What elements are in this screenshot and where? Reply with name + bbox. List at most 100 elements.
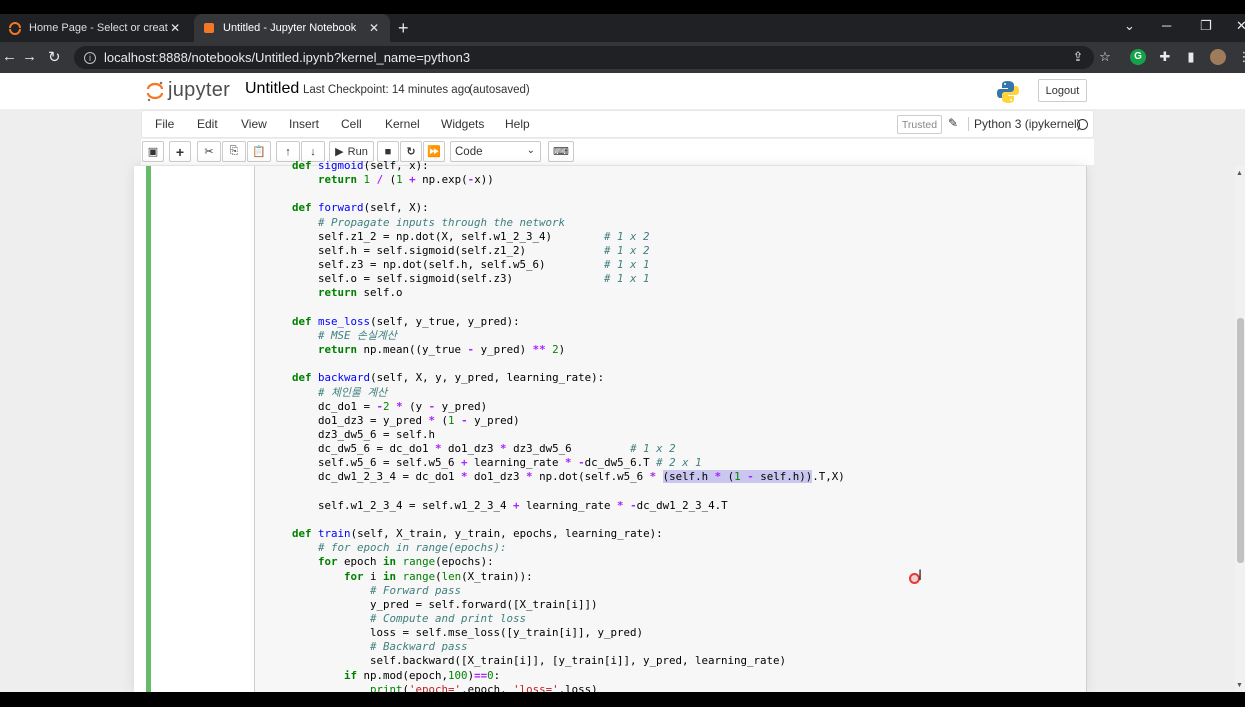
tab-close-icon[interactable]: ✕ — [366, 21, 382, 35]
new-tab-icon[interactable]: + — [398, 18, 409, 39]
scroll-up-icon[interactable]: ▲ — [1236, 170, 1243, 177]
tab-title: Untitled - Jupyter Notebook — [223, 22, 357, 34]
code-line[interactable]: self.w1_2_3_4 = self.w1_2_3_4 + learning… — [266, 499, 845, 513]
jupyter-header: jupyter Untitled Last Checkpoint: 14 min… — [0, 73, 1245, 109]
site-info-icon[interactable]: i — [84, 51, 96, 64]
code-line[interactable] — [266, 357, 845, 371]
forward-icon[interactable]: → — [22, 48, 37, 65]
code-line[interactable]: self.h = self.sigmoid(self.z1_2) # 1 x 2 — [266, 244, 845, 258]
browser-tab-notebook[interactable]: Untitled - Jupyter Notebook ✕ — [194, 14, 390, 42]
code-line[interactable]: loss = self.mse_loss([y_train[i]], y_pre… — [266, 626, 845, 640]
code-line[interactable]: def mse_loss(self, y_true, y_pred): — [266, 315, 845, 329]
share-icon[interactable]: ⇪ — [1070, 49, 1086, 65]
menu-file[interactable]: File — [155, 117, 174, 131]
browser-tab-home[interactable]: Home Page - Select or create a n ✕ — [0, 14, 190, 42]
jupyter-logo[interactable]: jupyter — [146, 79, 230, 102]
more-menu-icon[interactable]: ⋮ — [1236, 49, 1245, 65]
cut-icon[interactable]: ✂ — [197, 141, 221, 162]
window-bottom-edge — [0, 692, 1245, 707]
maximize-icon[interactable]: ❐ — [1200, 18, 1212, 34]
menu-widgets[interactable]: Widgets — [441, 117, 484, 131]
copy-icon[interactable]: ⎘ — [222, 141, 246, 162]
trusted-indicator[interactable]: Trusted — [897, 115, 942, 134]
code-line[interactable] — [266, 513, 845, 527]
menu-edit[interactable]: Edit — [197, 117, 218, 131]
code-line[interactable]: # Forward pass — [266, 584, 845, 598]
code-line[interactable]: return 1 / (1 + np.exp(-x)) — [266, 173, 845, 187]
profile-avatar[interactable] — [1210, 49, 1226, 65]
url-field[interactable]: i localhost:8888/notebooks/Untitled.ipyn… — [74, 46, 1094, 69]
notebook-title[interactable]: Untitled — [245, 80, 299, 98]
logout-button[interactable]: Logout — [1038, 79, 1087, 102]
minimize-icon[interactable]: ─ — [1162, 18, 1171, 33]
code-line[interactable]: dc_do1 = -2 * (y - y_pred) — [266, 400, 845, 414]
insert-cell-icon[interactable]: + — [169, 141, 191, 162]
menu-cell[interactable]: Cell — [341, 117, 362, 131]
code-line[interactable]: print('epoch=',epoch, 'loss=',loss) — [266, 683, 845, 692]
cell-type-value: Code — [455, 145, 483, 158]
python-logo-icon — [997, 81, 1019, 103]
window-top-edge — [0, 0, 1245, 14]
menu-view[interactable]: View — [241, 117, 267, 131]
code-line[interactable]: # for epoch in range(epochs): — [266, 541, 845, 555]
pencil-edit-icon[interactable]: ✎ — [948, 116, 958, 130]
code-line[interactable] — [266, 187, 845, 201]
grammarly-extension-icon[interactable]: G — [1130, 49, 1146, 65]
tab-title: Home Page - Select or create a n — [29, 22, 168, 34]
code-line[interactable] — [266, 485, 845, 499]
code-line[interactable]: return np.mean((y_true - y_pred) ** 2) — [266, 343, 845, 357]
run-label: Run — [347, 145, 368, 158]
url-text: localhost:8888/notebooks/Untitled.ipynb?… — [104, 50, 471, 65]
code-line[interactable]: dc_dw1_2_3_4 = dc_do1 * do1_dz3 * np.dot… — [266, 470, 845, 484]
code-line[interactable]: y_pred = self.forward([X_train[i]]) — [266, 598, 845, 612]
code-line[interactable]: return self.o — [266, 286, 845, 300]
run-icon: ▶ — [335, 146, 344, 158]
code-line[interactable] — [266, 301, 845, 315]
bookmark-star-icon[interactable]: ☆ — [1097, 49, 1113, 65]
code-line[interactable]: def backward(self, X, y, y_pred, learnin… — [266, 371, 845, 385]
save-icon[interactable]: ▣ — [142, 141, 164, 162]
tab-search-icon[interactable]: ⌄ — [1124, 18, 1135, 34]
code-line[interactable]: self.w5_6 = self.w5_6 + learning_rate * … — [266, 456, 845, 470]
chevron-down-icon: ⌄ — [526, 145, 535, 156]
code-line[interactable]: self.backward([X_train[i]], [y_train[i]]… — [266, 654, 845, 668]
menu-help[interactable]: Help — [505, 117, 530, 131]
code-line[interactable]: self.z3 = np.dot(self.h, self.w5_6) # 1 … — [266, 258, 845, 272]
code-line[interactable]: self.z1_2 = np.dot(X, self.w1_2_3_4) # 1… — [266, 230, 845, 244]
menu-kernel[interactable]: Kernel — [385, 117, 420, 131]
code-editor[interactable]: def sigmoid(self, x): return 1 / (1 + np… — [266, 159, 845, 692]
code-line[interactable]: do1_dz3 = y_pred * (1 - y_pred) — [266, 414, 845, 428]
logo-text: jupyter — [168, 79, 231, 101]
code-line[interactable]: # Propagate inputs through the network — [266, 216, 845, 230]
jupyter-favicon-icon — [9, 22, 21, 35]
browser-tab-strip: Home Page - Select or create a n ✕ Untit… — [0, 14, 1245, 42]
code-line[interactable]: def train(self, X_train, y_train, epochs… — [266, 527, 845, 541]
code-line[interactable]: def sigmoid(self, x): — [266, 159, 845, 173]
side-panel-icon[interactable]: ▮ — [1183, 49, 1199, 65]
code-line[interactable]: if np.mod(epoch,100)==0: — [266, 669, 845, 683]
reload-icon[interactable]: ↻ — [48, 48, 61, 66]
kernel-name[interactable]: Python 3 (ipykernel) — [968, 117, 1081, 131]
code-line[interactable]: dz3_dw5_6 = self.h — [266, 428, 845, 442]
jupyter-page: jupyter Untitled Last Checkpoint: 14 min… — [0, 73, 1245, 692]
address-bar: ← → ↻ i localhost:8888/notebooks/Untitle… — [0, 42, 1245, 73]
code-line[interactable]: for i in range(len(X_train)): — [266, 570, 845, 584]
tab-close-icon[interactable]: ✕ — [168, 21, 182, 35]
close-window-icon[interactable]: ✕ — [1236, 18, 1245, 34]
scroll-down-icon[interactable]: ▼ — [1236, 682, 1243, 689]
menu-insert[interactable]: Insert — [289, 117, 319, 131]
text-cursor-icon: I — [918, 568, 923, 584]
code-line[interactable]: # Compute and print loss — [266, 612, 845, 626]
code-line[interactable]: # 체인룰 계산 — [266, 386, 845, 400]
code-line[interactable]: dc_dw5_6 = dc_do1 * do1_dz3 * dz3_dw5_6 … — [266, 442, 845, 456]
code-line[interactable]: # Backward pass — [266, 640, 845, 654]
extensions-puzzle-icon[interactable]: ✚ — [1157, 49, 1173, 65]
code-line[interactable]: def forward(self, X): — [266, 201, 845, 215]
back-icon[interactable]: ← — [2, 48, 17, 65]
code-line[interactable]: self.o = self.sigmoid(self.z3) # 1 x 1 — [266, 272, 845, 286]
menu-bar: File Edit View Insert Cell Kernel Widget… — [141, 110, 1094, 138]
code-line[interactable]: # MSE 손실계산 — [266, 329, 845, 343]
code-line[interactable]: for epoch in range(epochs): — [266, 555, 845, 569]
scrollbar-thumb[interactable] — [1237, 318, 1244, 563]
notebook-favicon-icon — [204, 23, 214, 33]
